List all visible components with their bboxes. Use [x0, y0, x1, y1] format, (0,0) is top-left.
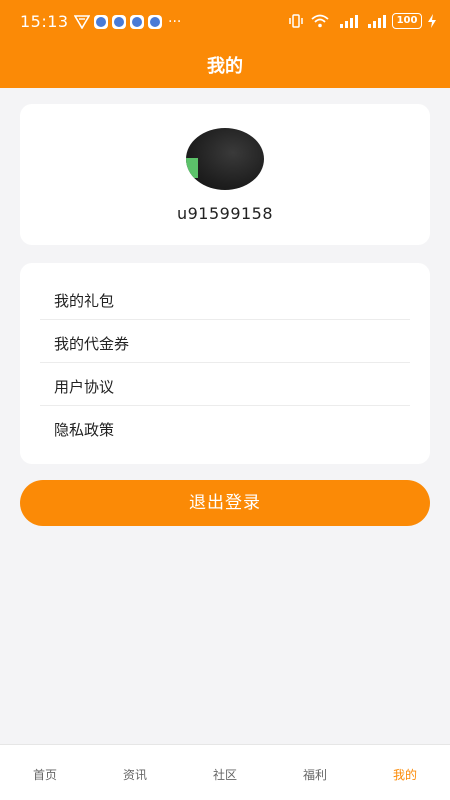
menu-item-privacy-policy[interactable]: 隐私政策 [40, 406, 410, 449]
app-notification-icon [130, 15, 144, 29]
tab-home[interactable]: 首页 [0, 745, 90, 800]
app-notification-icon [94, 15, 108, 29]
tab-welfare[interactable]: 福利 [270, 745, 360, 800]
signal-icon [368, 15, 386, 28]
tab-community[interactable]: 社区 [180, 745, 270, 800]
signal-icon [340, 15, 358, 28]
tab-news[interactable]: 资讯 [90, 745, 180, 800]
menu-item-gift-pack[interactable]: 我的礼包 [40, 277, 410, 320]
vpn-icon [74, 15, 90, 29]
vibrate-icon [289, 14, 303, 28]
profile-card: u91599158 [20, 104, 430, 245]
menu-item-vouchers[interactable]: 我的代金券 [40, 320, 410, 363]
status-bar: 15:13 ··· 100 [0, 0, 450, 44]
system-icons: 100 [288, 13, 436, 29]
app-notification-icon [112, 15, 126, 29]
menu-item-label: 用户协议 [54, 378, 115, 396]
username: u91599158 [176, 204, 274, 223]
avatar[interactable] [186, 128, 264, 190]
status-time: 15:13 [20, 12, 69, 31]
menu-item-label: 我的代金券 [54, 335, 130, 353]
wifi-icon [311, 14, 329, 28]
page-title: 我的 [207, 56, 243, 77]
header-bar: 15:13 ··· 100 我的 [0, 0, 450, 88]
logout-button[interactable]: 退出登录 [20, 480, 430, 526]
notification-icons: ··· [74, 14, 181, 30]
menu-item-user-agreement[interactable]: 用户协议 [40, 363, 410, 406]
menu-card: 我的礼包 我的代金券 用户协议 隐私政策 [20, 263, 430, 464]
charging-icon [428, 14, 436, 28]
tab-mine[interactable]: 我的 [360, 745, 450, 800]
menu-item-label: 我的礼包 [54, 292, 115, 310]
battery-icon: 100 [392, 13, 422, 29]
app-notification-icon [148, 15, 162, 29]
more-notifications-icon: ··· [168, 14, 182, 30]
bottom-tab-bar: 首页 资讯 社区 福利 我的 [0, 744, 450, 800]
menu-item-label: 隐私政策 [54, 421, 115, 439]
